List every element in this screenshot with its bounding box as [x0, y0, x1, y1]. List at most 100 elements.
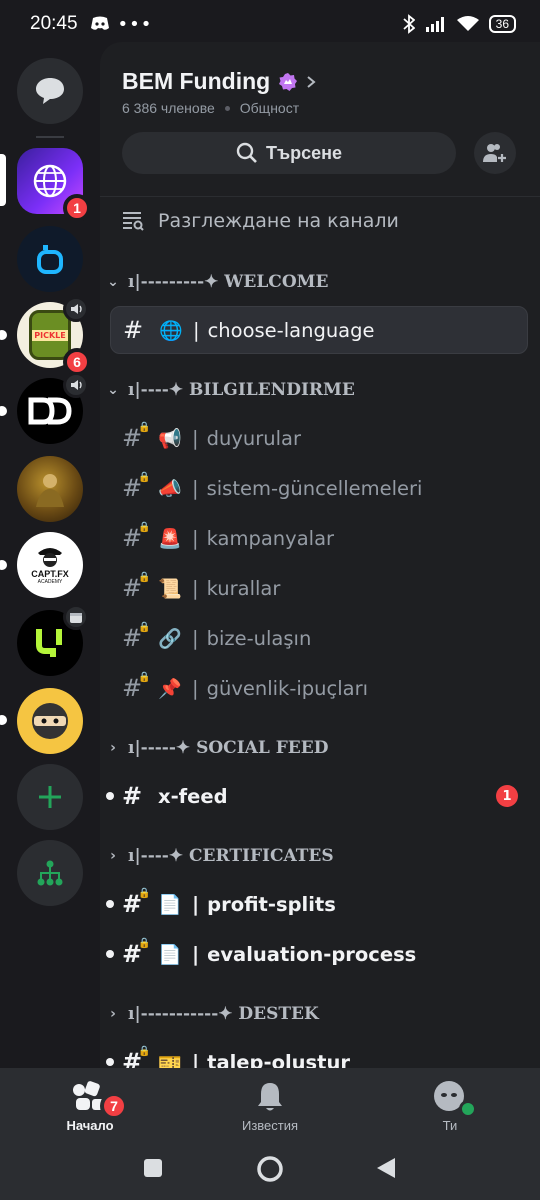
category-certificates[interactable]: › ı|----✦ CERTIFICATES: [106, 846, 334, 866]
page-emoji: 📄: [158, 893, 182, 916]
channel-guvenlik-ipuclari[interactable]: # 🔒 📌 | güvenlik-ipuçları: [110, 664, 528, 712]
battery-indicator: 36: [488, 15, 516, 33]
locked-hash-icon: # 🔒: [122, 472, 151, 502]
unread-indicator: [106, 900, 114, 908]
pipe-separator: |: [192, 892, 200, 916]
chevron-right-icon: ›: [110, 1006, 116, 1022]
server-green[interactable]: [17, 604, 89, 676]
locked-hash-icon: # 🔒: [122, 1046, 151, 1068]
category-destek[interactable]: › ı|-----------✦ DESTEK: [106, 1004, 319, 1024]
blue-logo-icon: [37, 245, 63, 274]
tab-home[interactable]: 7 Начало: [30, 1080, 150, 1133]
locked-hash-icon: # 🔒: [122, 572, 151, 602]
event-badge: [63, 604, 89, 630]
locked-hash-icon: # 🔒: [122, 422, 151, 452]
category-label: ı|-----✦ SOCIAL FEED: [128, 738, 329, 758]
header-divider: [100, 196, 540, 197]
server-blue[interactable]: [17, 226, 83, 292]
channel-name: kurallar: [206, 576, 281, 600]
server-pickle[interactable]: PICKLE 6: [17, 296, 91, 376]
voice-active-badge: [63, 372, 89, 398]
chevron-down-icon: ⌄: [107, 274, 119, 290]
server-dd[interactable]: [17, 372, 89, 444]
browse-channels-button[interactable]: Разглеждане на канали: [122, 210, 399, 232]
back-triangle-icon[interactable]: [376, 1157, 396, 1179]
channel-sistem-guncellemeleri[interactable]: # 🔒 📣 | sistem-güncellemeleri: [110, 464, 528, 512]
tab-label: Ти: [442, 1118, 458, 1133]
system-navigation: [0, 1150, 540, 1200]
chevron-down-icon: ⌄: [107, 382, 119, 398]
server-captfx[interactable]: CAPT.FX ACADEMY: [17, 532, 83, 598]
chevron-right-icon: [307, 75, 316, 88]
home-badge: 7: [100, 1092, 128, 1120]
browse-label: Разглеждане на канали: [158, 210, 399, 232]
speaker-icon: [71, 304, 82, 314]
globe-emoji: 🌐: [159, 319, 183, 342]
invite-members-button[interactable]: [474, 132, 516, 174]
category-bilgilendirme[interactable]: ⌄ ı|----✦ BILGILENDIRME: [106, 380, 355, 400]
captfx-sublabel: ACADEMY: [37, 579, 63, 585]
category-label: ı|---------✦ WELCOME: [128, 272, 329, 292]
channel-talep-olustur[interactable]: # 🔒 🎫 | talep-oluştur: [106, 1038, 528, 1069]
category-social-feed[interactable]: › ı|-----✦ SOCIAL FEED: [106, 738, 328, 758]
locked-hash-icon: # 🔒: [122, 938, 151, 968]
add-people-icon: [483, 144, 506, 162]
channel-name: x-feed: [158, 784, 228, 808]
channel-kampanyalar[interactable]: # 🔒 🚨 | kampanyalar: [110, 514, 528, 562]
channel-name: bize-ulaşın: [206, 626, 312, 650]
channel-choose-language[interactable]: # 🌐 | choose-language: [110, 306, 528, 354]
channel-name: sistem-güncellemeleri: [206, 476, 423, 500]
unread-dot: [0, 406, 7, 416]
recent-apps-icon[interactable]: [143, 1158, 163, 1178]
selected-indicator: [0, 154, 6, 206]
category-welcome[interactable]: ⌄ ı|---------✦ WELCOME: [106, 272, 328, 292]
siren-emoji: 🚨: [158, 527, 182, 550]
plus-icon: [39, 786, 61, 808]
tab-you[interactable]: Ти: [390, 1080, 510, 1133]
pipe-separator: |: [192, 1050, 200, 1069]
captain-face-icon: [38, 548, 62, 567]
channel-duyurular[interactable]: # 🔒 📢 | duyurular: [110, 414, 528, 462]
direct-messages-button[interactable]: [17, 58, 83, 124]
unread-indicator: [106, 1058, 114, 1066]
pipe-separator: |: [192, 626, 199, 650]
server-painting[interactable]: [17, 456, 83, 522]
channel-x-feed[interactable]: # x-feed 1: [106, 772, 528, 820]
home-circle-icon[interactable]: [256, 1155, 284, 1183]
locked-hash-icon: # 🔒: [122, 672, 151, 702]
pipe-separator: |: [192, 676, 199, 700]
channel-evaluation-process[interactable]: # 🔒 📄 | evaluation-process: [106, 930, 528, 978]
chevron-right-icon: ›: [110, 740, 116, 756]
tab-notifications[interactable]: Известия: [210, 1080, 330, 1133]
tab-label: Начало: [66, 1118, 114, 1133]
captfx-label: CAPT.FX: [31, 569, 69, 579]
server-ninja[interactable]: [17, 688, 83, 754]
hash-icon: #: [122, 782, 143, 810]
add-server-button[interactable]: [17, 764, 83, 830]
hash-icon: #: [123, 316, 144, 344]
channel-bize-ulasin[interactable]: # 🔒 🔗 | bize-ulaşın: [110, 614, 528, 662]
scroll-emoji: 📜: [158, 577, 182, 600]
search-button[interactable]: Търсене: [122, 132, 456, 174]
bottom-navigation: 7 Начало Известия Ти: [0, 1068, 540, 1200]
server-globe[interactable]: 1: [17, 148, 91, 222]
channel-name: duyurular: [206, 426, 301, 450]
globe-icon: [33, 164, 67, 198]
channel-profit-splits[interactable]: # 🔒 📄 | profit-splits: [106, 880, 528, 928]
ninja-face-icon: [32, 703, 68, 739]
rail-separator: [36, 136, 64, 138]
unread-indicator: [106, 792, 114, 800]
unread-indicator: [106, 950, 114, 958]
browse-list-icon: [123, 212, 144, 231]
discover-servers-button[interactable]: [17, 840, 83, 906]
more-notifications-icon: •••: [117, 13, 153, 35]
status-time: 20:45: [30, 13, 78, 34]
status-bar: 20:45 ••• 36: [0, 0, 540, 48]
pipe-separator: |: [193, 318, 200, 342]
guild-header[interactable]: BEM Funding: [122, 68, 316, 95]
channel-kurallar[interactable]: # 🔒 📜 | kurallar: [110, 564, 528, 612]
link-emoji: 🔗: [158, 627, 182, 650]
channel-name: choose-language: [207, 318, 375, 342]
pipe-separator: |: [192, 576, 199, 600]
signal-icon: [425, 17, 444, 32]
